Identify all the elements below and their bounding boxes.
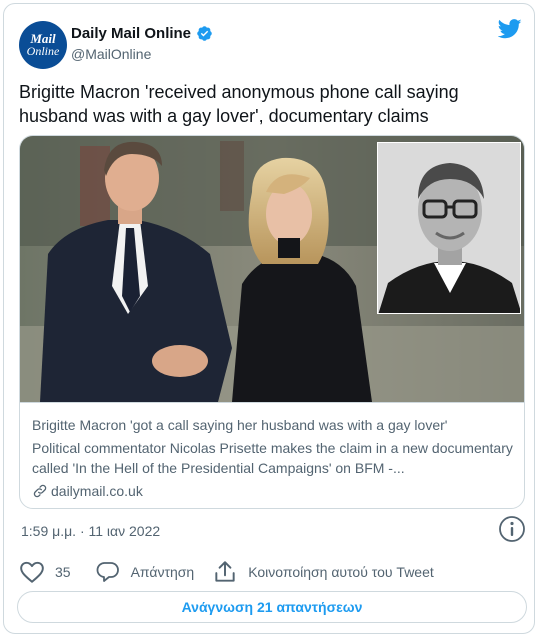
- card-domain-text: dailymail.co.uk: [51, 483, 143, 499]
- twitter-bird-icon[interactable]: [498, 18, 522, 40]
- tweet-text: Brigitte Macron 'received anonymous phon…: [19, 82, 459, 126]
- display-name[interactable]: Daily Mail Online: [71, 25, 191, 42]
- reply-label: Απάντηση: [130, 564, 195, 580]
- card-body[interactable]: Brigitte Macron 'got a call saying her h…: [20, 402, 524, 508]
- inset-portrait: [377, 142, 521, 314]
- author-name-row: Daily Mail Online: [71, 25, 213, 42]
- like-count: 35: [55, 564, 71, 580]
- avatar-logo-line2: Online: [26, 44, 60, 58]
- tweet-embed: Mail Online Daily Mail Online @MailOnlin…: [3, 3, 535, 634]
- reply-action[interactable]: Απάντηση: [95, 560, 195, 584]
- card-title[interactable]: Brigitte Macron 'got a call saying her h…: [32, 417, 447, 433]
- link-card[interactable]: Brigitte Macron 'got a call saying her h…: [19, 135, 525, 509]
- card-domain[interactable]: dailymail.co.uk: [32, 483, 143, 499]
- share-label: Κοινοποίηση αυτού του Tweet: [248, 564, 434, 580]
- share-icon[interactable]: [212, 559, 238, 585]
- share-action[interactable]: Κοινοποίηση αυτού του Tweet: [212, 559, 434, 585]
- avatar[interactable]: Mail Online: [19, 21, 67, 69]
- card-description: Political commentator Nicolas Prisette m…: [32, 440, 513, 476]
- heart-icon[interactable]: [19, 560, 45, 584]
- like-action[interactable]: 35: [19, 560, 71, 584]
- read-replies-button[interactable]: Ανάγνωση 21 απαντήσεων: [17, 591, 527, 623]
- reply-icon[interactable]: [95, 560, 121, 584]
- link-icon: [33, 484, 47, 498]
- verified-badge-icon: [197, 26, 212, 41]
- handle[interactable]: @MailOnline: [71, 46, 151, 62]
- tweet-timestamp[interactable]: 1:59 μ.μ. · 11 ιαν 2022: [21, 523, 160, 539]
- info-icon[interactable]: [498, 515, 526, 543]
- action-bar: 35 Απάντηση Κοινοποίηση αυτού του Tweet: [19, 559, 450, 585]
- card-image: [20, 136, 524, 402]
